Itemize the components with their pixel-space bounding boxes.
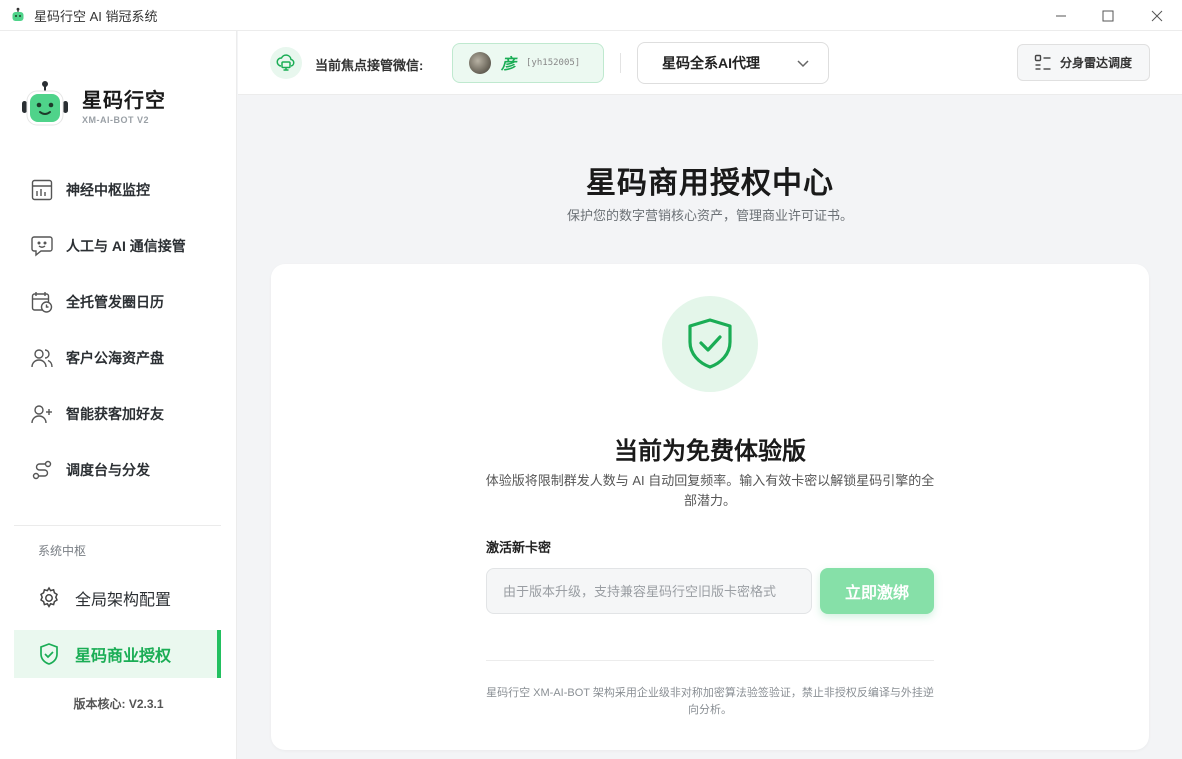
plan-description: 体验版将限制群发人数与 AI 自动回复频率。输入有效卡密以解锁星码引擎的全部潜力… bbox=[485, 473, 935, 508]
user-plus-icon bbox=[30, 402, 54, 426]
robot-app-icon bbox=[12, 7, 24, 21]
robot-logo-icon bbox=[22, 81, 68, 126]
license-key-input[interactable] bbox=[486, 568, 812, 614]
sidebar-divider bbox=[14, 525, 221, 526]
chat-bot-icon bbox=[30, 234, 54, 258]
sidebar-item-global-config[interactable]: 全局架构配置 bbox=[14, 574, 221, 622]
avatar bbox=[469, 52, 491, 74]
section-label: 系统中枢 bbox=[38, 544, 87, 558]
minimize-button[interactable] bbox=[1038, 0, 1084, 31]
close-button[interactable] bbox=[1134, 0, 1180, 31]
page-title: 星码商用授权中心 bbox=[586, 167, 834, 200]
chevron-down-icon bbox=[797, 60, 809, 68]
sidebar-item-customers[interactable]: 客户公海资产盘 bbox=[14, 335, 221, 381]
brand-subtitle: XM-AI-BOT V2 bbox=[82, 114, 150, 125]
activate-button[interactable]: 立即激绑 bbox=[820, 568, 934, 614]
sidebar-item-calendar[interactable]: 全托管发圈日历 bbox=[14, 279, 221, 325]
route-icon bbox=[30, 458, 54, 482]
shield-badge bbox=[662, 296, 758, 392]
sidebar-item-label: 客户公海资产盘 bbox=[66, 350, 164, 366]
calendar-clock-icon bbox=[30, 290, 54, 314]
focus-label: 当前焦点接管微信: bbox=[315, 58, 424, 73]
users-icon bbox=[30, 346, 54, 370]
sidebar-item-label: 神经中枢监控 bbox=[66, 182, 150, 198]
agent-select[interactable]: 星码全系AI代理 bbox=[637, 42, 829, 84]
sidebar-item-label: 智能获客加好友 bbox=[66, 406, 164, 422]
window-titlebar: 星码行空 AI 销冠系统 bbox=[0, 0, 1182, 31]
sidebar-item-label: 全托管发圈日历 bbox=[66, 294, 164, 310]
license-card: 当前为免费体验版 体验版将限制群发人数与 AI 自动回复频率。输入有效卡密以解锁… bbox=[271, 264, 1149, 750]
brand: 星码行空 XM-AI-BOT V2 bbox=[20, 79, 166, 129]
top-header: 当前焦点接管微信: 彦 [yh152005] 星码全系AI代理 分身雷达调度 bbox=[238, 31, 1182, 95]
sidebar-item-license[interactable]: 星码商业授权 bbox=[14, 630, 221, 678]
account-id: [yh152005] bbox=[526, 58, 581, 68]
page-subtitle: 保护您的数字营销核心资产，管理商业许可证书。 bbox=[566, 208, 853, 223]
maximize-button[interactable] bbox=[1085, 0, 1131, 31]
sidebar-item-label: 星码商业授权 bbox=[75, 648, 172, 665]
license-key-label: 激活新卡密 bbox=[486, 540, 552, 555]
sidebar-item-monitor[interactable]: 神经中枢监控 bbox=[14, 167, 221, 213]
shield-check-icon bbox=[36, 641, 62, 667]
list-settings-icon bbox=[1034, 54, 1051, 70]
shield-check-icon bbox=[688, 318, 732, 369]
sidebar-item-dispatch[interactable]: 调度台与分发 bbox=[14, 447, 221, 493]
version-label: 版本核心: V2.3.1 bbox=[73, 697, 164, 711]
sidebar-item-label: 人工与 AI 通信接管 bbox=[66, 238, 186, 254]
card-divider bbox=[486, 660, 934, 661]
sidebar-item-label: 调度台与分发 bbox=[66, 462, 150, 478]
dashboard-monitor-icon bbox=[30, 178, 54, 202]
sidebar: 星码行空 XM-AI-BOT V2 神经中枢监控 人工与 AI 通信接管 全托管… bbox=[0, 31, 237, 759]
agent-select-value: 星码全系AI代理 bbox=[662, 55, 760, 71]
account-pill[interactable]: 彦 [yh152005] bbox=[452, 43, 604, 83]
cloud-monitor-icon bbox=[270, 47, 302, 79]
sidebar-item-chat[interactable]: 人工与 AI 通信接管 bbox=[14, 223, 221, 269]
account-name: 彦 bbox=[501, 55, 517, 73]
plan-title: 当前为免费体验版 bbox=[614, 438, 806, 465]
header-divider bbox=[620, 53, 621, 73]
brand-name: 星码行空 bbox=[82, 89, 166, 112]
security-footnote: 星码行空 XM-AI-BOT 架构采用企业级非对称加密算法验签验证，禁止非授权反… bbox=[486, 687, 934, 716]
sidebar-item-label: 全局架构配置 bbox=[75, 592, 172, 609]
gear-icon bbox=[36, 585, 62, 611]
radar-dispatch-label: 分身雷达调度 bbox=[1060, 56, 1133, 70]
window-title: 星码行空 AI 销冠系统 bbox=[34, 8, 158, 24]
sidebar-item-add-friends[interactable]: 智能获客加好友 bbox=[14, 391, 221, 437]
radar-dispatch-button[interactable]: 分身雷达调度 bbox=[1017, 44, 1150, 81]
